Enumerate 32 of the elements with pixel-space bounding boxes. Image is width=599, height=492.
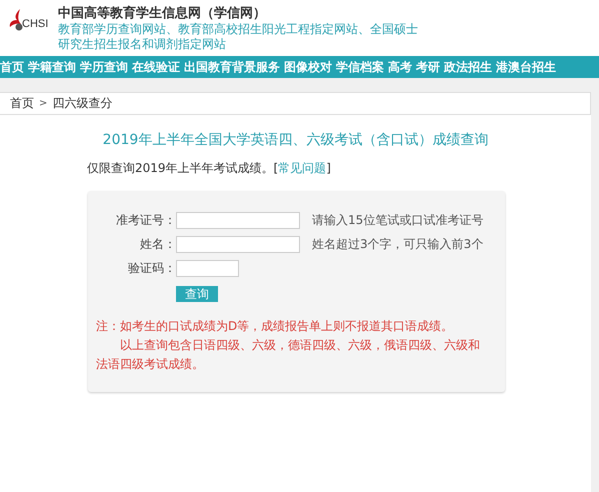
nav-link[interactable]: 在线验证 — [132, 58, 180, 76]
nav-link[interactable]: 首页 — [0, 58, 24, 76]
nav-link[interactable]: 学历查询 — [80, 58, 128, 76]
nav-link[interactable]: 考研 — [416, 58, 440, 76]
nav-link[interactable]: 出国教育背景服务 — [184, 58, 280, 76]
field-label: 姓名： — [139, 236, 176, 252]
input-field[interactable] — [176, 236, 300, 252]
nav-link[interactable]: 港澳台招生 — [496, 58, 556, 76]
nav-link[interactable]: 图像校对 — [284, 58, 332, 76]
nav-link[interactable]: 高考 — [388, 58, 412, 76]
faq-link[interactable]: 常见问题 — [278, 161, 326, 175]
field-hint: 姓名超过3个字，可只输入前3个 — [312, 236, 484, 252]
field-label: 验证码： — [127, 260, 176, 276]
input-field[interactable] — [176, 260, 239, 276]
input-field[interactable] — [176, 212, 300, 228]
nav-link[interactable]: 学籍查询 — [28, 58, 76, 76]
breadcrumb-current: 四六级查分 — [52, 95, 112, 112]
note-text: 注：如考生的口试成绩为D等，成绩报告单上则不报道其口语成绩。 — [96, 318, 454, 335]
note-text: 以上查询包含日语四级、六级，德语四级、六级，俄语四级、六级和法语四级考试成绩。 — [96, 337, 481, 373]
site-subtitle: 教育部学历查询网站、教育部高校招生阳光工程指定网站、全国硕士 — [58, 22, 418, 37]
field-hint: 请输入15位笔试或口试准考证号 — [312, 212, 484, 228]
nav-link[interactable]: 政法招生 — [444, 58, 492, 76]
intro-text: 仅限查询2019年上半年考试成绩。[常见问题] — [87, 160, 332, 177]
field-label: 准考证号： — [115, 212, 176, 228]
query-button[interactable]: 查询 — [176, 286, 218, 302]
logo-text: CHSI — [22, 18, 48, 30]
page-title: 2019年上半年全国大学英语四、六级考试（含口试）成绩查询 — [102, 131, 490, 149]
breadcrumb-link[interactable]: 首页 — [10, 95, 34, 112]
site-subtitle: 研究生招生报名和调剂指定网站 — [58, 37, 227, 52]
breadcrumb-separator: > — [39, 98, 48, 109]
nav-link[interactable]: 学信档案 — [336, 58, 384, 76]
site-title: 中国高等教育学生信息网（学信网） — [58, 6, 267, 22]
